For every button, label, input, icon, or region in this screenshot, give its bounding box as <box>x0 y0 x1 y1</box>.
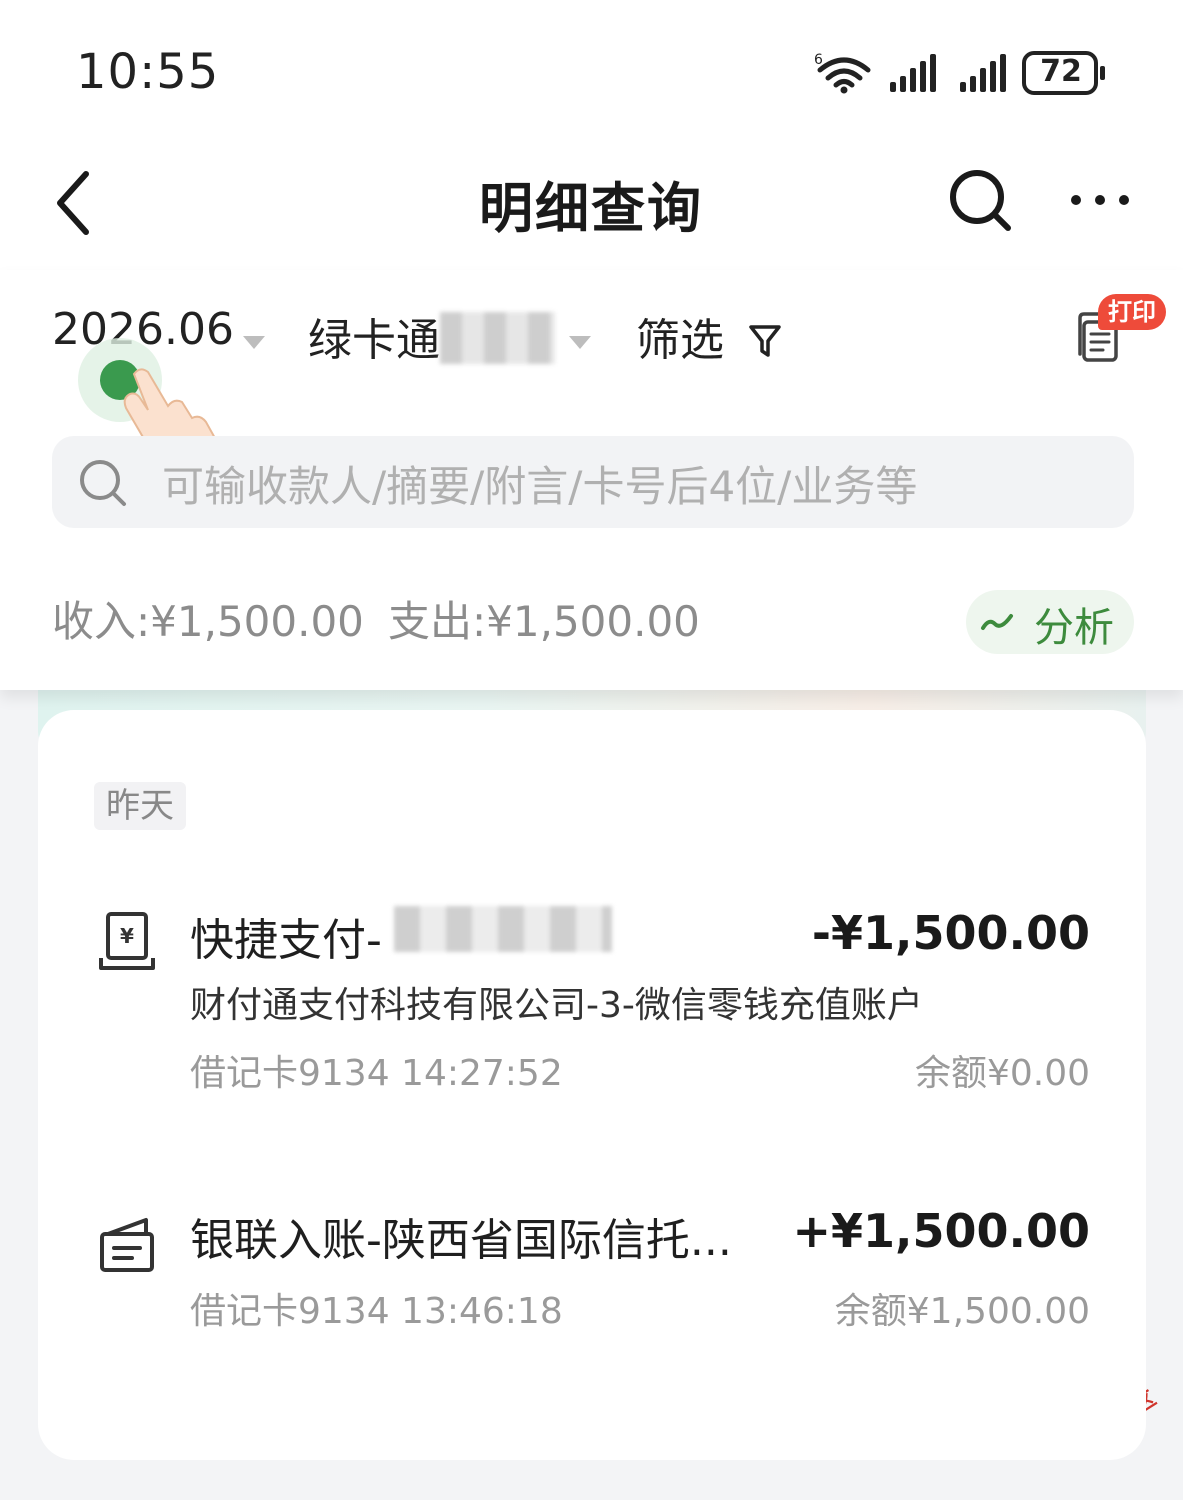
more-horizontal-icon[interactable] <box>1068 182 1132 218</box>
transaction-amount: -¥1,500.00 <box>811 906 1090 960</box>
card-dropdown-icon[interactable] <box>569 336 591 349</box>
print-button[interactable]: 打印 <box>1076 294 1168 366</box>
wifi-6-icon: 6 <box>814 52 871 94</box>
day-label: 昨天 <box>94 782 186 830</box>
expense-summary: 支出:¥1,500.00 <box>388 597 700 646</box>
chevron-left-icon[interactable] <box>46 168 106 238</box>
search-icon[interactable] <box>944 164 1016 236</box>
search-input-icon <box>80 460 126 506</box>
masked-merchant <box>394 906 612 952</box>
screen-filter[interactable]: 筛选 <box>636 304 724 368</box>
search-bar[interactable]: 可输收款人/摘要/附言/卡号后4位/业务等 <box>52 436 1134 528</box>
status-time: 10:55 <box>76 44 220 100</box>
masked-card-number <box>440 312 555 364</box>
battery-level: 72 <box>1040 54 1082 89</box>
print-badge: 打印 <box>1098 294 1166 330</box>
status-bar: 10:55 6 72 <box>0 0 1183 140</box>
page-title: 明细查询 <box>479 177 703 240</box>
inbox-tray-icon <box>100 1218 154 1272</box>
transaction-amount-2: +¥1,500.00 <box>792 1204 1090 1258</box>
transaction-description: 财付通支付科技有限公司-3-微信零钱充值账户 <box>190 985 923 1026</box>
analysis-button[interactable]: 分析 <box>966 590 1134 654</box>
transaction-card: 昨天 ¥ 快捷支付- -¥1,500.00 财付通支付科技有限公司-3-微信零钱… <box>38 710 1146 1460</box>
analysis-label: 分析 <box>1034 605 1114 651</box>
signal-icon-2 <box>960 54 1006 92</box>
transaction-title-2[interactable]: 银联入账-陕西省国际信托... <box>190 1204 732 1268</box>
nav-bar: 明细查询 <box>0 140 1183 270</box>
card-filter[interactable]: 绿卡通 <box>308 304 440 368</box>
transaction-meta: 借记卡9134 14:27:52 <box>190 1053 563 1094</box>
transaction-title[interactable]: 快捷支付- <box>190 904 382 968</box>
signal-icon <box>890 54 936 92</box>
trend-line-icon <box>981 614 1013 630</box>
funnel-icon[interactable] <box>748 322 782 360</box>
date-dropdown-icon[interactable] <box>243 336 265 349</box>
filter-panel: 2026.06 绿卡通 筛选 打印 可输收款人/摘要/附言/卡号后4位/业务等 … <box>0 270 1183 690</box>
receipt-yuan-icon: ¥ <box>99 912 155 970</box>
income-summary: 收入:¥1,500.00 <box>52 597 364 646</box>
transaction-balance-2: 余额¥1,500.00 <box>834 1291 1090 1332</box>
transaction-balance: 余额¥0.00 <box>914 1053 1090 1094</box>
transaction-meta-2: 借记卡9134 13:46:18 <box>190 1291 563 1332</box>
svg-text:¥: ¥ <box>120 924 134 948</box>
search-input[interactable]: 可输收款人/摘要/附言/卡号后4位/业务等 <box>162 453 917 514</box>
